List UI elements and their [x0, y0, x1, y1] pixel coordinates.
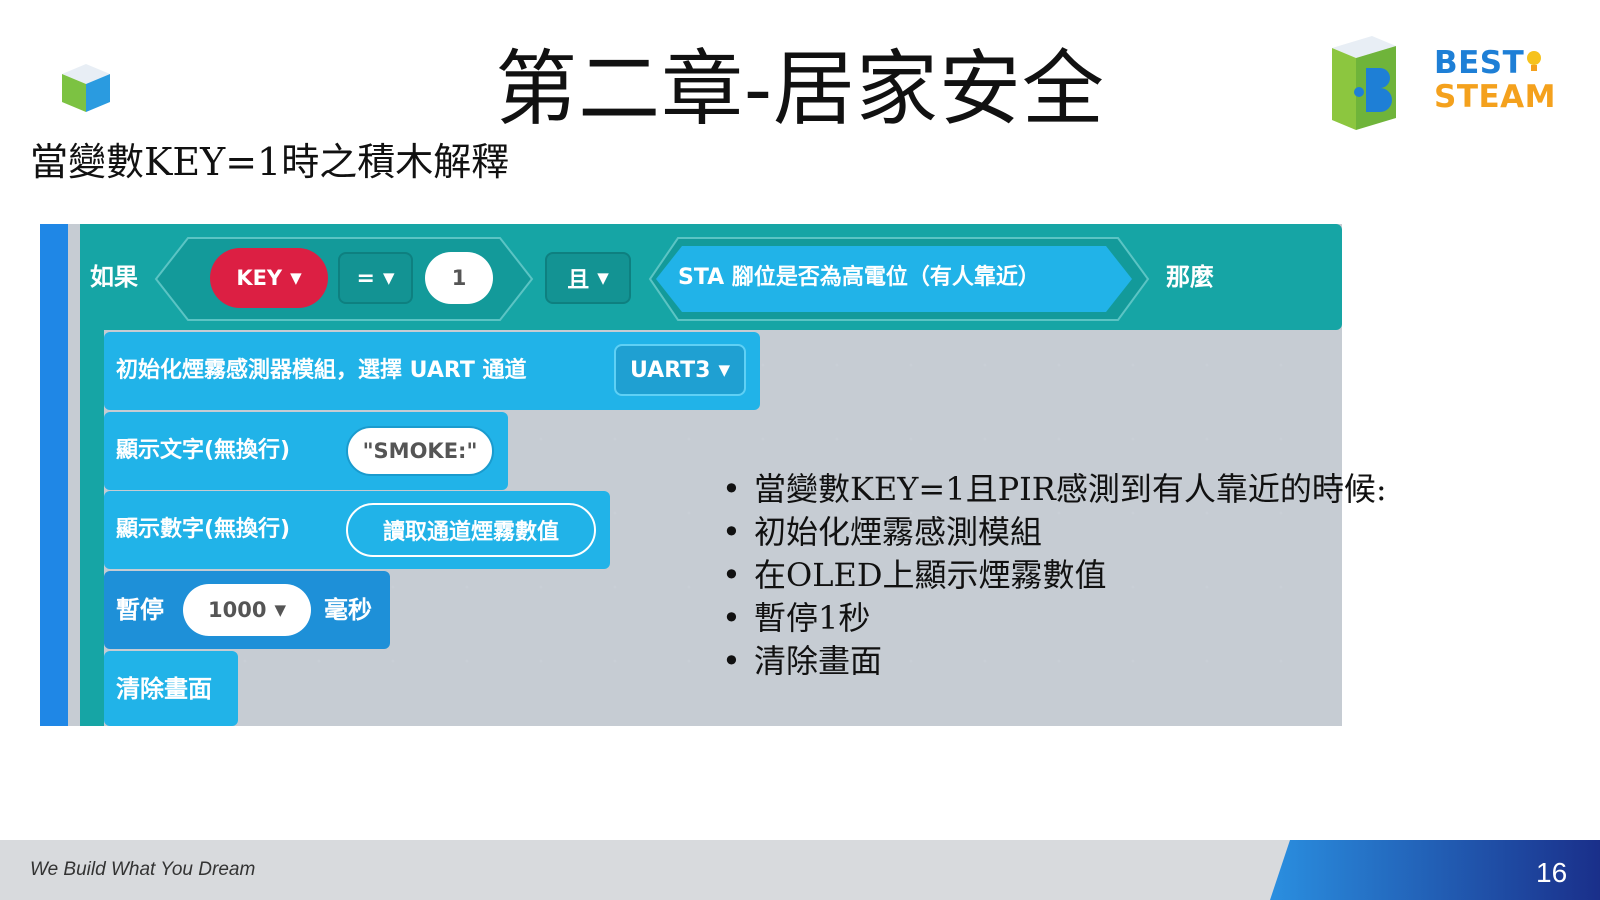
- read-smoke-value-pill[interactable]: 讀取通道煙霧數值: [346, 503, 596, 557]
- logo-best-text: BEST: [1434, 45, 1525, 81]
- logo-steam-text: STEAM: [1434, 79, 1556, 115]
- if-label: 如果: [90, 263, 138, 291]
- smoke-string-input[interactable]: "SMOKE:": [346, 426, 494, 476]
- uart-option-label: UART3: [629, 357, 711, 383]
- and-dropdown[interactable]: 且 ▼: [545, 252, 631, 304]
- chevron-down-icon: ▼: [597, 269, 609, 287]
- uart-dropdown[interactable]: UART3 ▼: [614, 344, 746, 396]
- pause-label: 暫停: [116, 596, 164, 624]
- list-item: 初始化煙霧感測模組: [722, 511, 1387, 554]
- workspace-left-edge: [40, 224, 68, 726]
- init-smoke-label: 初始化煙霧感測器模組，選擇 UART 通道: [116, 358, 527, 383]
- operator-label: =: [356, 265, 375, 291]
- then-label: 那麼: [1166, 263, 1214, 291]
- key-variable-label: KEY: [236, 266, 283, 290]
- clear-screen-label: 清除畫面: [116, 675, 212, 703]
- show-number-label: 顯示數字(無換行): [116, 517, 291, 542]
- list-item: 當變數KEY=1且PIR感測到有人靠近的時候:: [722, 468, 1387, 511]
- pause-ms-dropdown[interactable]: 1000 ▼: [183, 584, 311, 636]
- show-text-label: 顯示文字(無換行): [116, 438, 291, 463]
- page-number: 16: [1536, 857, 1568, 888]
- number-input[interactable]: 1: [425, 252, 493, 304]
- sta-condition-label: STA 腳位是否為高電位（有人靠近）: [678, 265, 1040, 290]
- list-item: 清除畫面: [722, 640, 1387, 683]
- chevron-down-icon: ▼: [382, 269, 395, 287]
- pause-unit-label: 毫秒: [324, 596, 372, 624]
- key-variable-pill[interactable]: KEY ▼: [210, 248, 328, 308]
- chevron-down-icon: ▼: [290, 269, 302, 287]
- pause-value-label: 1000: [208, 598, 267, 622]
- chevron-down-icon: ▼: [718, 361, 731, 379]
- operator-dropdown[interactable]: = ▼: [338, 252, 413, 304]
- footer-tagline: We Build What You Dream: [30, 859, 256, 880]
- list-item: 在OLED上顯示煙霧數值: [722, 554, 1387, 597]
- explanation-list: 當變數KEY=1且PIR感測到有人靠近的時候: 初始化煙霧感測模組 在OLED上…: [722, 468, 1387, 683]
- chevron-down-icon: ▼: [274, 601, 286, 619]
- slide-subtitle: 當變數KEY=1時之積木解釋: [30, 140, 510, 184]
- and-label: 且: [567, 268, 590, 293]
- list-item: 暫停1秒: [722, 597, 1387, 640]
